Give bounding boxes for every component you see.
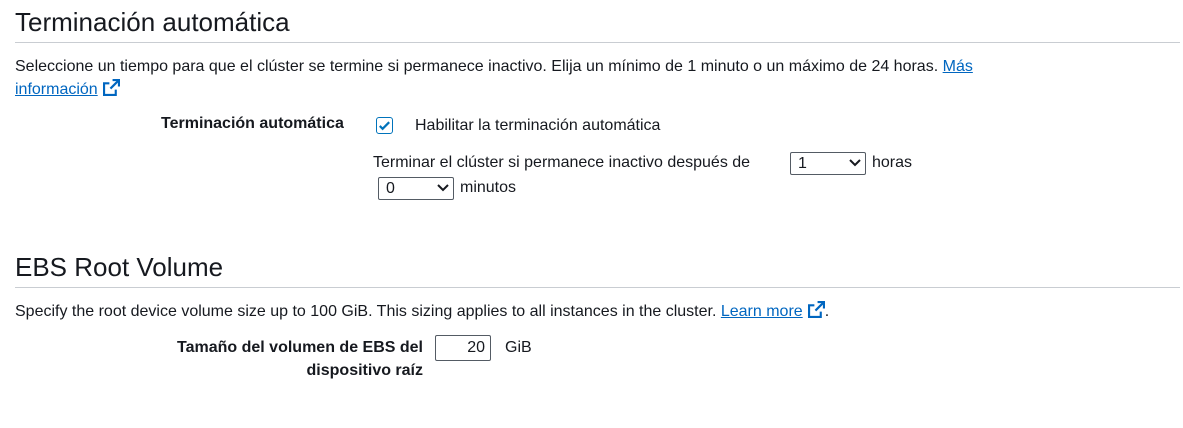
external-link-icon[interactable]	[807, 301, 825, 318]
ebs-size-label-line1: Tamaño del volumen de EBS del	[177, 339, 423, 356]
external-link-icon[interactable]	[102, 79, 120, 96]
enable-auto-termination-label: Habilitar la terminación automática	[415, 117, 661, 134]
ebs-description-period: .	[824, 303, 830, 320]
chevron-down-icon	[849, 159, 861, 167]
auto-termination-description-text: Seleccione un tiempo para que el clúster…	[15, 58, 939, 75]
hours-select[interactable]: 1	[790, 152, 866, 175]
minutes-selected-value: 0	[386, 180, 395, 197]
chevron-down-icon	[437, 184, 449, 192]
enable-auto-termination-checkbox[interactable]	[376, 117, 393, 134]
ebs-learn-more-link[interactable]: Learn more	[721, 303, 803, 320]
auto-termination-section: Terminación automática Seleccione un tie…	[15, 6, 1180, 101]
hours-unit: horas	[872, 154, 913, 171]
ebs-size-label-line2: dispositivo raíz	[306, 362, 423, 379]
learn-more-text-2: información	[15, 81, 98, 98]
learn-more-text-1: Más	[942, 58, 973, 75]
ebs-root-volume-title: EBS Root Volume	[15, 251, 1180, 288]
ebs-description-text: Specify the root device volume size up t…	[15, 303, 717, 320]
auto-termination-description: Seleccione un tiempo para que el clúster…	[15, 55, 1180, 101]
hours-selected-value: 1	[798, 155, 807, 172]
ebs-size-input[interactable]: 20	[435, 335, 491, 361]
ebs-root-volume-section: EBS Root Volume Specify the root device …	[15, 251, 1180, 323]
ebs-size-field-label: Tamaño del volumen de EBS del dispositiv…	[120, 336, 423, 382]
auto-termination-field-label: Terminación automática	[161, 115, 344, 132]
ebs-size-unit: GiB	[505, 339, 532, 356]
checkmark-icon	[379, 121, 390, 131]
idle-time-prefix: Terminar el clúster si permanece inactiv…	[373, 154, 751, 171]
ebs-root-volume-description: Specify the root device volume size up t…	[15, 300, 1180, 323]
minutes-unit: minutos	[460, 179, 517, 196]
minutes-select[interactable]: 0	[378, 177, 454, 200]
auto-termination-title: Terminación automática	[15, 6, 1180, 43]
